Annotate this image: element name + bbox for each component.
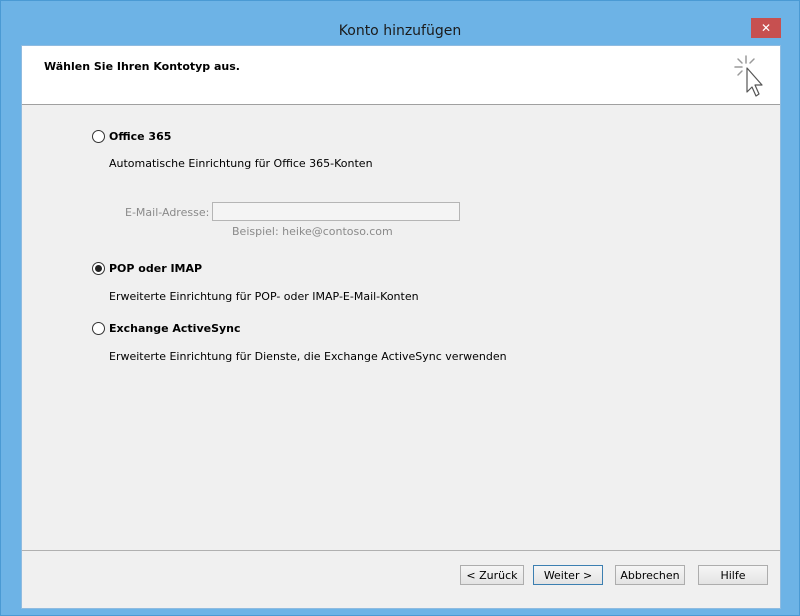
radio-office365-indicator[interactable] <box>92 130 105 143</box>
dialog-client-area: Wählen Sie Ihren Kontotyp aus. Office 36… <box>21 45 781 609</box>
exchange-activesync-description: Erweiterte Einrichtung für Dienste, die … <box>109 350 507 363</box>
email-input[interactable] <box>212 202 460 221</box>
radio-exchange-activesync-label: Exchange ActiveSync <box>109 322 241 335</box>
pop-imap-description: Erweiterte Einrichtung für POP- oder IMA… <box>109 290 419 303</box>
dialog-window: Konto hinzufügen ✕ Wählen Sie Ihren Kont… <box>0 0 800 616</box>
radio-exchange-activesync-indicator[interactable] <box>92 322 105 335</box>
radio-office365-label: Office 365 <box>109 130 172 143</box>
radio-pop-imap-indicator[interactable] <box>92 262 105 275</box>
radio-office365[interactable]: Office 365 <box>92 130 171 143</box>
email-example: Beispiel: heike@contoso.com <box>232 225 393 238</box>
radio-exchange-activesync[interactable]: Exchange ActiveSync <box>92 322 241 335</box>
wizard-header: Wählen Sie Ihren Kontotyp aus. <box>22 46 780 105</box>
header-title: Wählen Sie Ihren Kontotyp aus. <box>44 60 240 73</box>
wizard-cursor-icon <box>734 55 763 97</box>
help-button[interactable]: Hilfe <box>698 565 768 585</box>
window-title: Konto hinzufügen <box>338 23 462 39</box>
email-label: E-Mail-Adresse: <box>125 206 210 219</box>
radio-pop-imap[interactable]: POP oder IMAP <box>92 262 202 275</box>
office365-description: Automatische Einrichtung für Office 365-… <box>109 157 373 170</box>
next-button[interactable]: Weiter > <box>533 565 603 585</box>
close-icon: ✕ <box>760 21 772 35</box>
close-button[interactable]: ✕ <box>751 18 781 38</box>
title-bar[interactable]: Konto hinzufügen ✕ <box>1 1 799 45</box>
footer-divider <box>22 550 780 551</box>
cancel-button[interactable]: Abbrechen <box>615 565 685 585</box>
back-button[interactable]: < Zurück <box>460 565 524 585</box>
wizard-content: Office 365 Automatische Einrichtung für … <box>22 105 780 550</box>
radio-pop-imap-label: POP oder IMAP <box>109 262 203 275</box>
